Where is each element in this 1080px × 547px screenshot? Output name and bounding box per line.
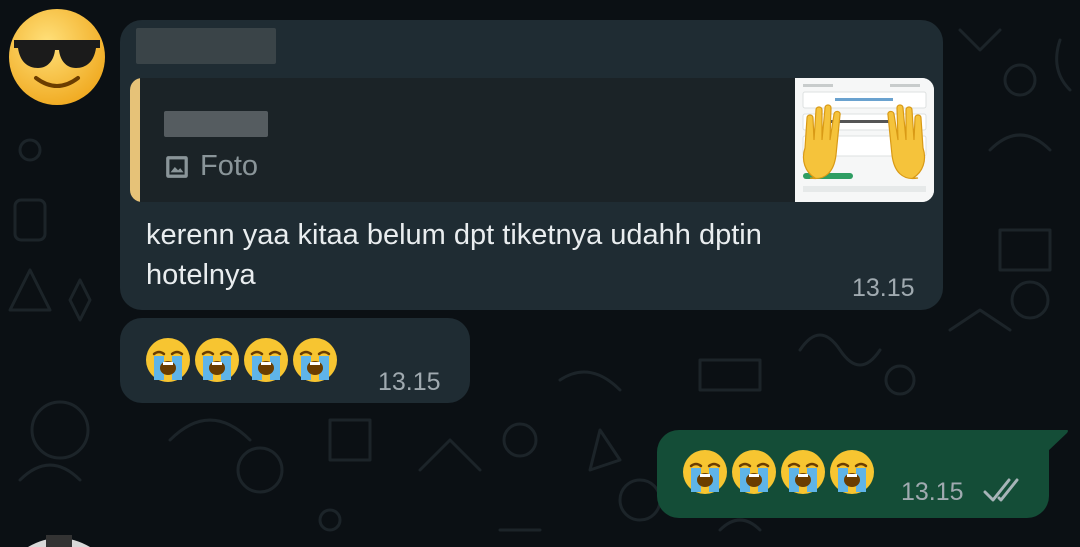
quoted-photo-thumbnail[interactable] [795, 78, 934, 202]
message-timestamp: 13.15 [901, 478, 964, 506]
quoted-sender-redacted [164, 111, 268, 137]
sender-name-redacted [136, 28, 276, 64]
loudly-crying-face-emoji [244, 338, 288, 382]
loudly-crying-face-emoji [830, 450, 874, 494]
loudly-crying-face-emoji [683, 450, 727, 494]
next-message-avatar-partial [28, 535, 90, 547]
message-timestamp: 13.15 [852, 274, 915, 302]
outgoing-bubble-tail [1047, 430, 1068, 452]
emoji-row [144, 336, 339, 384]
loudly-crying-face-emoji [732, 450, 776, 494]
message-text: kerenn yaa kitaa belum dpt tiketnya udah… [146, 219, 762, 291]
incoming-emoji-message-bubble[interactable]: 13.15 [120, 318, 470, 403]
emoji-row [681, 448, 876, 496]
loudly-crying-face-emoji [146, 338, 190, 382]
quote-accent-bar [130, 78, 140, 202]
quoted-reply[interactable]: Foto [130, 78, 934, 202]
loudly-crying-face-emoji [293, 338, 337, 382]
quoted-media-text: Foto [200, 150, 259, 182]
loudly-crying-face-emoji [195, 338, 239, 382]
double-check-icon [983, 478, 1019, 502]
loudly-crying-face-emoji [781, 450, 825, 494]
incoming-message-bubble[interactable]: Foto kerenn yaa kitaa belum dpt tiketnya… [120, 20, 943, 310]
message-timestamp: 13.15 [378, 368, 441, 396]
photo-icon [166, 155, 188, 178]
quoted-media-label: Foto [164, 150, 258, 183]
sunglasses-emoji-avatar[interactable] [6, 6, 108, 108]
